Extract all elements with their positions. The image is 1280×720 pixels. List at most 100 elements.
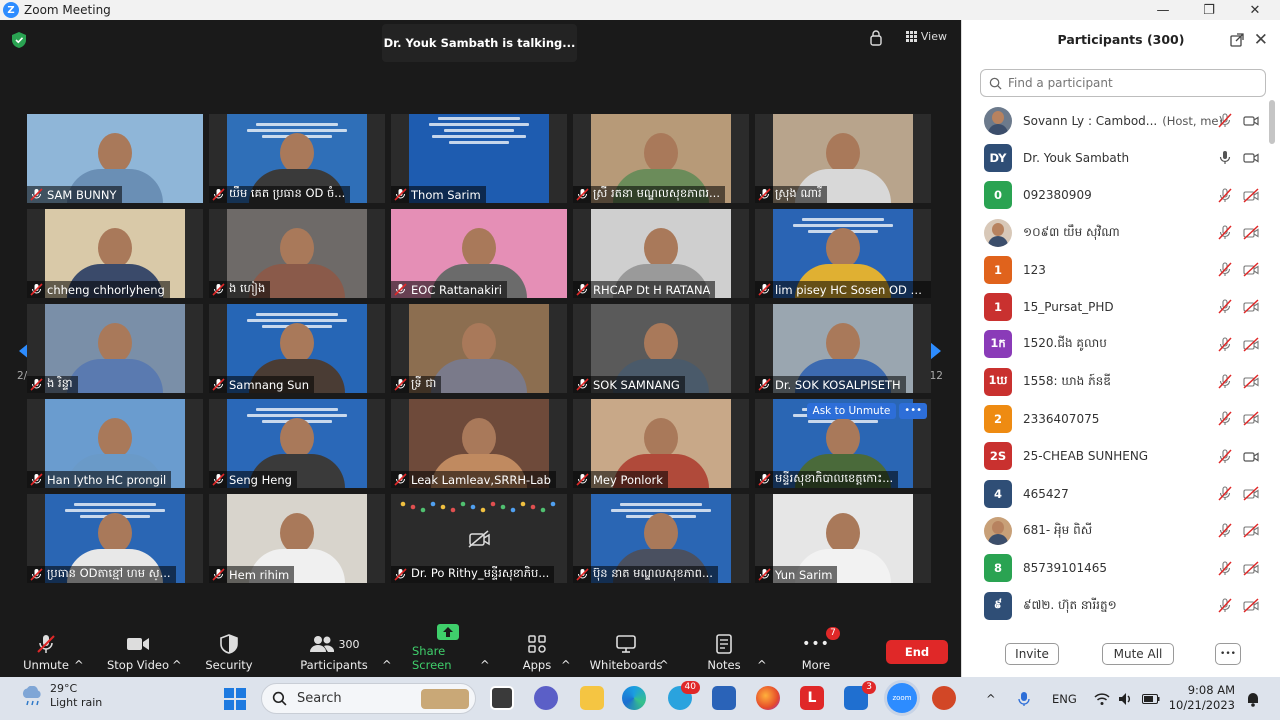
share-options-caret-icon[interactable]: ^ bbox=[480, 632, 490, 676]
video-tile[interactable]: Yun Sarim bbox=[755, 494, 931, 583]
recording-indicator-icon[interactable] bbox=[869, 30, 883, 46]
more-button[interactable]: ••• 7 More bbox=[798, 627, 840, 676]
taskbar-search[interactable]: Search bbox=[261, 683, 476, 714]
video-tile[interactable]: SOK SAMNANG bbox=[573, 304, 749, 393]
telegram-icon[interactable]: 40 bbox=[668, 681, 700, 710]
participant-row[interactable]: Sovann Ly : Cambod... (Host, me) bbox=[962, 102, 1267, 139]
muted-mic-icon bbox=[758, 378, 771, 391]
apps-button[interactable]: Apps bbox=[520, 632, 554, 676]
video-tile[interactable]: ប៊ុន នាត មណ្ឌលសុខភាព... bbox=[573, 494, 749, 583]
video-tile[interactable]: Mey Ponlork bbox=[573, 399, 749, 488]
end-meeting-button[interactable]: End bbox=[886, 640, 948, 664]
security-button[interactable]: Security bbox=[204, 632, 254, 676]
panel-more-button[interactable]: ••• bbox=[1215, 643, 1241, 665]
notifications-icon[interactable] bbox=[1246, 677, 1260, 720]
participant-row[interactable]: 2S 25-CHEAB SUNHENG bbox=[962, 438, 1267, 475]
video-tile[interactable]: ង រិន្ទា bbox=[27, 304, 203, 393]
participant-row[interactable]: ១០៩៣ យឹម សុវិណា bbox=[962, 214, 1267, 251]
show-hidden-icons[interactable]: ^ bbox=[986, 677, 996, 720]
video-tile[interactable]: ស្រី រតនា មណ្ឌលសុខភាពរ... bbox=[573, 114, 749, 203]
participant-row[interactable]: 1ក 1520.ជីង គូលាប bbox=[962, 326, 1267, 363]
participant-row[interactable]: 0 092380909 bbox=[962, 177, 1267, 214]
whiteboards-button[interactable]: Whiteboards bbox=[588, 632, 664, 676]
weather-widget[interactable]: 29°C Light rain bbox=[20, 682, 102, 710]
participant-list-scrollbar[interactable] bbox=[1269, 100, 1275, 144]
video-tile[interactable]: មន្ទីរសុខាភិបាលខេត្តកោះ... Ask to Unmute •… bbox=[755, 399, 931, 488]
video-tile[interactable]: SAM BUNNY bbox=[27, 114, 203, 203]
video-tile-name-tag: Hem rihim bbox=[209, 566, 295, 583]
video-tile[interactable]: ប្រធាន ODតាខ្មៅ ហម ស្... bbox=[27, 494, 203, 583]
participant-row[interactable]: ៩ ៩៧២. ហ៊ុត នារីរត្ន១ bbox=[962, 587, 1267, 624]
video-options-caret-icon[interactable]: ^ bbox=[172, 632, 182, 676]
video-tile[interactable]: Han lytho HC prongil bbox=[27, 399, 203, 488]
participant-row[interactable]: DY Dr. Youk Sambath bbox=[962, 139, 1267, 176]
apps-options-caret-icon[interactable]: ^ bbox=[561, 632, 571, 676]
close-panel-icon[interactable]: ✕ bbox=[1254, 30, 1268, 50]
whiteboard-options-caret-icon[interactable]: ^ bbox=[659, 632, 669, 676]
zoom-app-icon[interactable]: zoom bbox=[887, 683, 917, 713]
participant-row[interactable]: 8 85739101465 bbox=[962, 550, 1267, 587]
microphone-tray-icon[interactable] bbox=[1018, 677, 1030, 720]
invite-button[interactable]: Invite bbox=[1005, 643, 1059, 665]
participant-row[interactable]: 2 2336407075 bbox=[962, 400, 1267, 437]
participant-row[interactable]: 681- អុិម ពិសី bbox=[962, 512, 1267, 549]
participants-button[interactable]: 300 Participants bbox=[300, 632, 368, 676]
video-tile[interactable]: យឹម គេត ប្រធាន OD ចំ... bbox=[209, 114, 385, 203]
mail-icon[interactable]: 3 bbox=[844, 681, 876, 710]
participant-row[interactable]: 1 15_Pursat_PHD bbox=[962, 288, 1267, 325]
participants-options-caret-icon[interactable]: ^ bbox=[382, 632, 392, 676]
video-tile[interactable]: Seng Heng bbox=[209, 399, 385, 488]
participant-row[interactable]: 4 465427 bbox=[962, 475, 1267, 512]
edge-browser-icon[interactable] bbox=[622, 686, 646, 710]
language-indicator[interactable]: ENG bbox=[1052, 677, 1077, 720]
notes-options-caret-icon[interactable]: ^ bbox=[757, 632, 767, 676]
stop-video-button[interactable]: Stop Video bbox=[106, 632, 170, 676]
video-tile[interactable]: Hem rihim bbox=[209, 494, 385, 583]
task-view-icon[interactable] bbox=[490, 686, 514, 710]
muted-mic-icon bbox=[394, 568, 407, 581]
maximize-button[interactable]: ❐ bbox=[1186, 0, 1232, 20]
video-tile[interactable]: ស្រុង ណារី bbox=[755, 114, 931, 203]
participant-status-icons bbox=[1217, 449, 1259, 464]
participant-name: 2336407075 bbox=[1023, 412, 1100, 427]
windows-start-icon[interactable] bbox=[224, 688, 246, 710]
minimize-button[interactable]: — bbox=[1140, 0, 1186, 20]
teams-chat-icon[interactable] bbox=[534, 686, 558, 710]
view-button[interactable]: View bbox=[905, 30, 947, 43]
pop-out-icon[interactable] bbox=[1230, 33, 1244, 47]
powerpoint-icon[interactable] bbox=[932, 686, 956, 710]
video-tile[interactable]: Dr. Po Rithy_មន្ទីរសុខាភិប... bbox=[391, 494, 567, 583]
video-tile[interactable]: Samnang Sun bbox=[209, 304, 385, 393]
video-tile[interactable]: EOC Rattanakiri bbox=[391, 209, 567, 298]
notes-button[interactable]: Notes bbox=[704, 632, 744, 676]
participant-row[interactable]: 1ឃ 1558: ឃាង ភ៍នឌី bbox=[962, 363, 1267, 400]
system-clock[interactable]: 9:08 AM 10/21/2023 bbox=[1169, 683, 1235, 713]
video-tile[interactable]: RHCAP Dt H RATANA bbox=[573, 209, 749, 298]
office-lens-icon[interactable]: L bbox=[800, 686, 824, 710]
participant-search[interactable] bbox=[980, 69, 1266, 97]
video-tile[interactable]: Leak Lamleav,SRRH-Lab bbox=[391, 399, 567, 488]
battery-icon[interactable] bbox=[1142, 677, 1160, 720]
audio-options-caret-icon[interactable]: ^ bbox=[74, 632, 84, 676]
video-tile[interactable]: chheng chhorlyheng bbox=[27, 209, 203, 298]
video-tile[interactable]: Dr. SOK KOSALPISETH bbox=[755, 304, 931, 393]
volume-icon[interactable] bbox=[1118, 677, 1134, 720]
tile-more-button[interactable]: ••• bbox=[899, 403, 927, 419]
video-tile[interactable]: ទ្រី ជា bbox=[391, 304, 567, 393]
participant-row[interactable]: 1 123 bbox=[962, 251, 1267, 288]
video-tile[interactable]: Thom Sarim bbox=[391, 114, 567, 203]
mute-all-button[interactable]: Mute All bbox=[1102, 643, 1174, 665]
video-tile[interactable]: ង ហៀង bbox=[209, 209, 385, 298]
close-window-button[interactable]: ✕ bbox=[1232, 0, 1278, 20]
ask-to-unmute-button[interactable]: Ask to Unmute bbox=[806, 403, 897, 419]
share-screen-button[interactable]: Share Screen bbox=[412, 624, 484, 676]
participant-search-input[interactable] bbox=[1008, 76, 1258, 90]
firefox-icon[interactable] bbox=[756, 686, 780, 710]
encryption-shield-icon[interactable] bbox=[12, 32, 26, 48]
file-explorer-icon[interactable] bbox=[580, 686, 604, 710]
wifi-icon[interactable] bbox=[1094, 677, 1110, 720]
participant-status-icons bbox=[1217, 262, 1259, 277]
video-tile[interactable]: lim pisey HC Sosen OD Pr... bbox=[755, 209, 931, 298]
microsoft-store-icon[interactable] bbox=[712, 686, 736, 710]
unmute-button[interactable]: Unmute bbox=[22, 632, 70, 676]
